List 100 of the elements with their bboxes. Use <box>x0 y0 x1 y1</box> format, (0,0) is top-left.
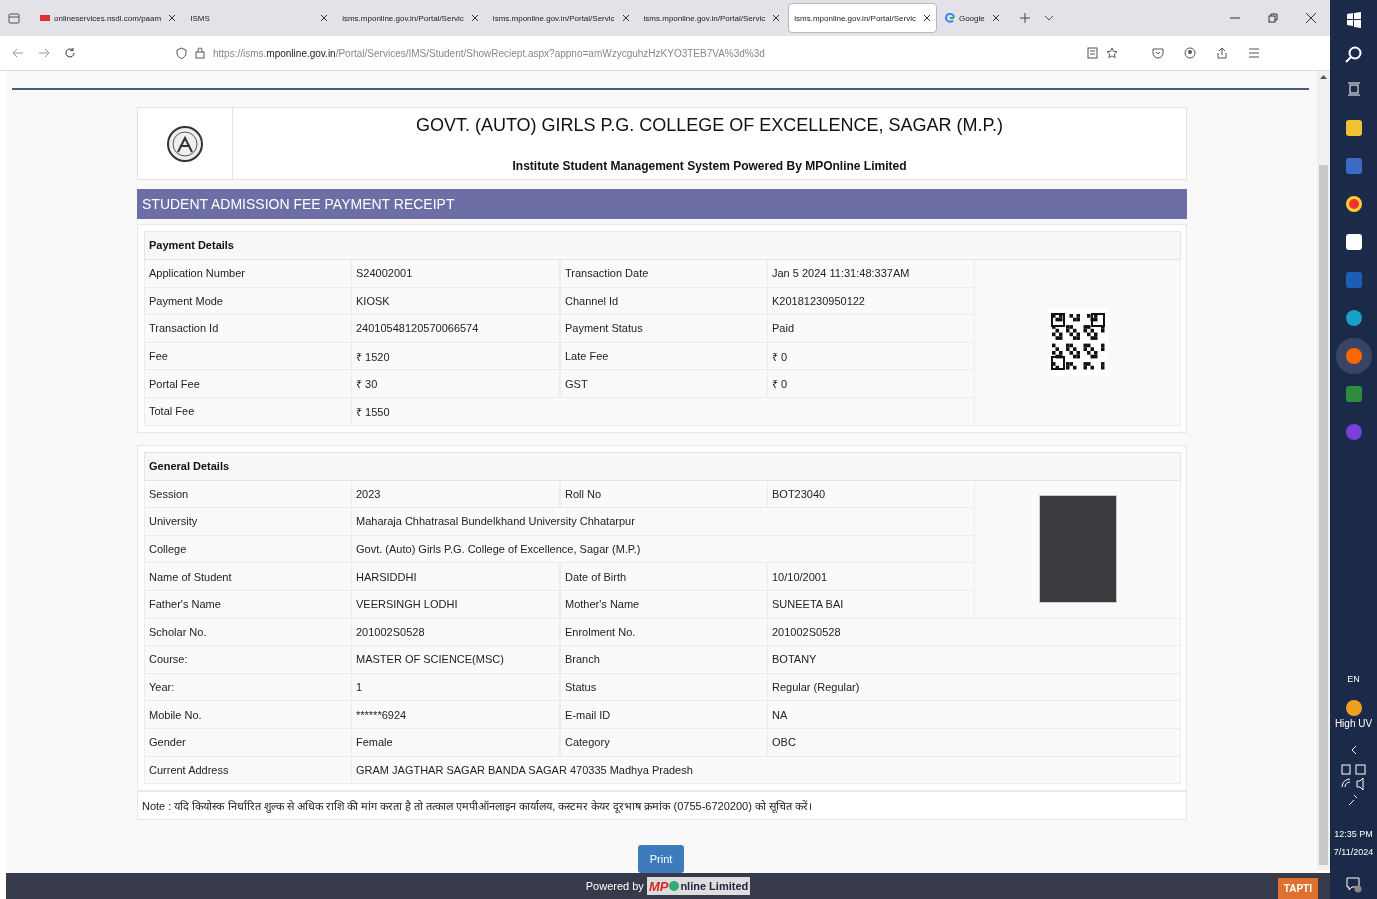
table-cell: BOT23040 <box>768 480 975 509</box>
browser-tab[interactable]: ISMS <box>184 3 335 33</box>
table-cell: SUNEETA BAI <box>768 590 975 619</box>
table-cell: NA <box>768 701 1181 729</box>
lock-icon <box>195 47 205 59</box>
star-icon[interactable] <box>1106 47 1118 59</box>
browser-tab[interactable]: isms.mponline.gov.in/Portal/Servic <box>637 3 787 33</box>
table-cell: Payment Mode <box>144 287 352 316</box>
close-icon[interactable] <box>168 14 177 22</box>
close-icon[interactable] <box>772 14 781 22</box>
clock-date[interactable]: 7/11/2024 <box>1333 847 1374 857</box>
sun-icon[interactable] <box>1345 700 1362 716</box>
close-icon[interactable] <box>922 14 931 22</box>
table-cell: University <box>144 508 352 536</box>
table-cell: 10/10/2001 <box>768 563 975 591</box>
print-button[interactable]: Print <box>638 845 684 874</box>
header-subtitle: Institute Student Management System Powered By MPOnline Limited <box>512 159 907 173</box>
system-tray-icons[interactable] <box>1338 763 1369 807</box>
clock-time[interactable]: 12:35 PM <box>1334 829 1373 839</box>
table-cell: Category <box>560 728 768 757</box>
table-cell: Maharaja Chhatrasal Bundelkhand University Chhatarpur <box>352 508 975 536</box>
section-heading: General Details <box>144 451 1181 481</box>
address-bar[interactable]: https://isms.mponline.gov.in/Portal/Services/IMS/Student/ShowReciept.aspx?appno=amWzycguhzHzKYO3TEB7VA%3d%3d <box>172 39 1132 67</box>
table-cell: HARSIDDHI <box>352 563 560 591</box>
table-cell: 201002S0528 <box>768 618 1181 647</box>
windows-start-icon[interactable] <box>1345 12 1362 28</box>
table-cell: Course: <box>144 646 352 674</box>
tab-list-icon[interactable] <box>8 12 20 24</box>
back-arrow-icon[interactable] <box>12 48 24 58</box>
table-cell: Scholar No. <box>144 618 352 647</box>
table-cell: ₹ 0 <box>768 370 975 398</box>
new-tab-icon[interactable] <box>1019 13 1030 23</box>
reload-icon[interactable] <box>64 47 76 59</box>
scrollbar-thumb[interactable] <box>1319 165 1328 865</box>
share-icon[interactable] <box>1216 47 1228 59</box>
table-cell: Female <box>352 728 560 757</box>
table-cell: Status <box>560 673 768 702</box>
table-cell: Father's Name <box>144 590 352 619</box>
table-cell: 201002S0528 <box>352 618 560 647</box>
task-view-icon[interactable] <box>1346 82 1361 96</box>
table-cell: S24002001 <box>352 260 560 288</box>
forward-arrow-icon[interactable] <box>38 48 50 58</box>
reader-view-icon[interactable] <box>1087 47 1098 59</box>
close-icon[interactable] <box>470 14 479 22</box>
table-cell: Fee <box>144 342 352 371</box>
notification-icon[interactable] <box>1345 877 1362 893</box>
table-cell: Transaction Id <box>144 315 352 343</box>
search-icon[interactable] <box>1344 46 1363 64</box>
table-cell: ₹ 0 <box>768 342 975 371</box>
table-cell: Branch <box>560 646 768 674</box>
table-cell: ******6924 <box>352 701 560 729</box>
browser-tab[interactable]: isms.mponline.gov.in/Portal/Servic <box>486 3 636 33</box>
scroll-up-icon[interactable] <box>1320 74 1327 79</box>
table-cell: Portal Fee <box>144 370 352 398</box>
table-cell: BOTANY <box>768 646 1181 674</box>
table-cell: VEERSINGH LODHI <box>352 590 560 619</box>
chevron-down-icon[interactable] <box>1043 15 1054 21</box>
browser-tab[interactable]: isms.mponline.gov.in/Portal/Servic <box>336 3 485 33</box>
close-icon[interactable] <box>1306 13 1316 23</box>
note-text: Note : यदि कियोस्क निर्धारित शुल्क से अधिक राशि की मांग करता है तो तत्काल एमपीऑनलाइन कार्यालय, कस्टमर केयर दूरभाष क्रमांक (0755-6720200) को सूचित करें। <box>137 791 1187 821</box>
table-cell: 2023 <box>352 480 560 509</box>
table-cell: MASTER OF SCIENCE(MSC) <box>352 646 560 674</box>
account-icon[interactable] <box>1184 47 1196 59</box>
browser-circle-icon[interactable] <box>1345 196 1362 212</box>
table-cell: K20181230950122 <box>768 287 975 316</box>
table-cell: Year: <box>144 673 352 702</box>
college-title: GOVT. (AUTO) GIRLS P.G. COLLEGE OF EXCELLENCE, SAGAR (M.P.) <box>415 115 1004 136</box>
table-cell: Transaction Date <box>560 260 768 288</box>
receipt-title-bar: STUDENT ADMISSION FEE PAYMENT RECEIPT <box>137 189 1187 219</box>
close-icon[interactable] <box>991 14 1000 22</box>
chevron-left-icon[interactable] <box>1350 745 1357 755</box>
table-cell: Roll No <box>560 480 768 509</box>
table-cell: Paid <box>768 315 975 343</box>
pocket-icon[interactable] <box>1152 47 1164 59</box>
browser-tab[interactable]: isms.mponline.gov.in/Portal/Servic <box>788 3 937 33</box>
table-cell: Late Fee <box>560 342 768 371</box>
url-text: https://isms.mponline.gov.in/Portal/Services/IMS/Student/ShowReciept.aspx?appno=amWzycguhzHzKYO3TEB7VA%3d%3d <box>213 47 765 59</box>
table-cell: Mother's Name <box>560 590 768 619</box>
table-cell: 1 <box>352 673 560 702</box>
table-cell: Channel Id <box>560 287 768 316</box>
table-cell: OBC <box>768 728 1181 757</box>
table-cell: Mobile No. <box>144 701 352 729</box>
close-icon[interactable] <box>320 14 329 22</box>
table-cell: Enrolment No. <box>560 618 768 647</box>
close-icon[interactable] <box>621 14 630 22</box>
weather-text[interactable]: High UV <box>1334 718 1373 729</box>
browser-tab[interactable]: onlineservices.nsdl.com/paam <box>34 3 183 33</box>
language-indicator[interactable]: EN <box>1347 674 1360 684</box>
browser-tab[interactable]: Google <box>938 3 1006 33</box>
table-cell: Jan 5 2024 11:31:48:337AM <box>768 260 975 288</box>
restore-icon[interactable] <box>1268 13 1278 23</box>
table-cell: GST <box>560 370 768 398</box>
table-cell: Total Fee <box>144 397 352 426</box>
table-cell: Session <box>144 480 352 509</box>
table-cell: 24010548120570066574 <box>352 315 560 343</box>
table-cell: Govt. (Auto) Girls P.G. College of Excellence, Sagar (M.P.) <box>352 535 975 564</box>
mponline-logo: MP nline Limited <box>646 877 751 896</box>
table-cell: ₹ 1550 <box>352 397 975 426</box>
table-cell: E-mail ID <box>560 701 768 729</box>
table-cell: Payment Status <box>560 315 768 343</box>
